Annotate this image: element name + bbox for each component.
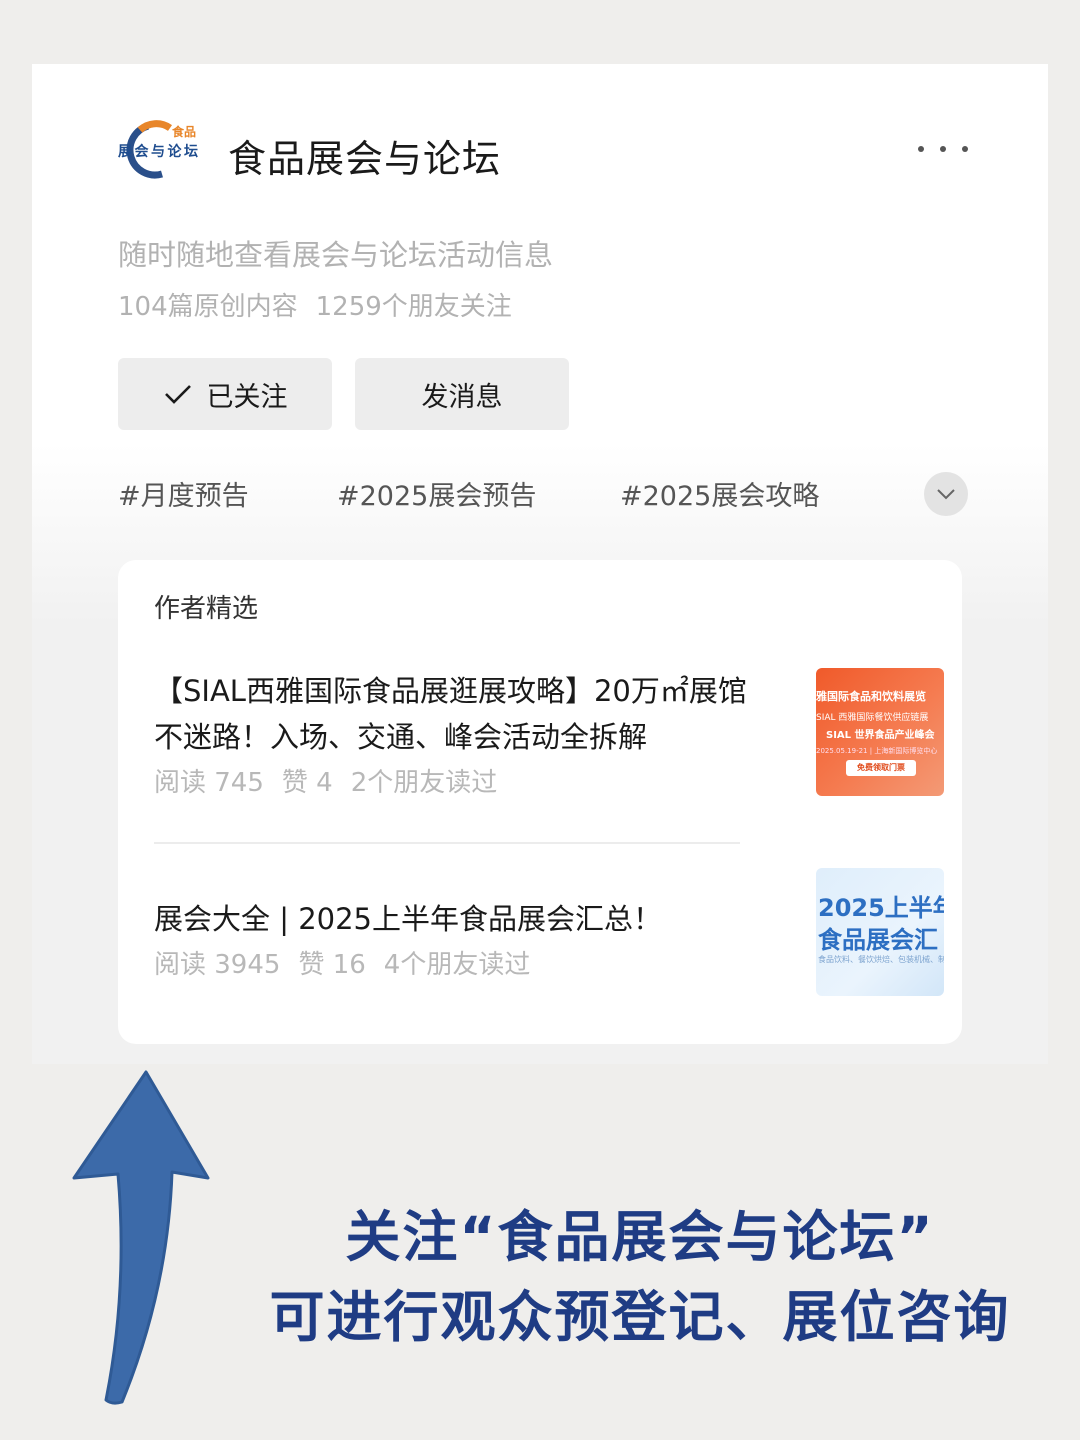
read-count: 阅读 745 xyxy=(154,768,264,798)
chevron-down-icon xyxy=(937,489,955,500)
send-message-label: 发消息 xyxy=(421,381,503,413)
logo-text-main: 展会与论坛 xyxy=(118,143,198,160)
thumb-line: SIAL 世界食品产业峰会 xyxy=(826,730,935,741)
thumb-line: 食品饮料、餐饮烘焙、包装机械、制 xyxy=(818,955,944,964)
article-divider xyxy=(154,842,740,844)
send-message-button[interactable]: 发消息 xyxy=(355,358,569,430)
account-logo[interactable]: 食品 展会与论坛 xyxy=(118,120,198,180)
caption-line-1: 关注“食品展会与论坛” xyxy=(345,1205,935,1269)
article-item[interactable]: 展会大全 | 2025上半年食品展会汇总！ 阅读 3945 赞 16 4个朋友读过 … xyxy=(154,868,944,996)
article-count: 104篇原创内容 xyxy=(118,292,298,322)
account-name: 食品展会与论坛 xyxy=(228,137,502,181)
tag-2025-expo-guide[interactable]: #2025展会攻略 xyxy=(620,474,819,513)
article-thumbnail[interactable]: 2025上半年 食品展会汇 食品饮料、餐饮烘焙、包装机械、制 xyxy=(816,868,944,996)
like-count: 赞 4 xyxy=(281,768,333,798)
logo-text-top: 食品 xyxy=(171,124,196,139)
thumb-line: 2025.05.19-21 | 上海新国际博览中心 xyxy=(816,747,938,755)
thumb-line: 食品展会汇 xyxy=(818,926,938,954)
thumb-ticket-button: 免费领取门票 xyxy=(846,760,916,776)
like-count: 赞 16 xyxy=(298,950,366,980)
thumb-line: 雅国际食品和饮料展览 xyxy=(816,690,926,703)
topic-tags: #月度预告 #2025展会预告 #2025展会攻略 xyxy=(118,472,968,518)
article-title: 【SIAL西雅国际食品展逛展攻略】20万㎡展馆不迷路！入场、交通、峰会活动全拆解 xyxy=(154,674,747,754)
friends-read: 4个朋友读过 xyxy=(383,950,531,980)
article-thumbnail[interactable]: 雅国际食品和饮料展览 SIAL 西雅国际餐饮供应链展 SIAL 世界食品产业峰会… xyxy=(816,668,944,796)
thumb-line: 2025上半年 xyxy=(818,894,944,922)
read-count: 阅读 3945 xyxy=(154,950,281,980)
up-arrow-icon xyxy=(72,1070,210,1405)
article-item[interactable]: 【SIAL西雅国际食品展逛展攻略】20万㎡展馆不迷路！入场、交通、峰会活动全拆解… xyxy=(154,668,944,799)
follower-count: 1259个朋友关注 xyxy=(315,292,512,322)
followed-button[interactable]: 已关注 xyxy=(118,358,332,430)
friends-read: 2个朋友读过 xyxy=(350,768,498,798)
checkmark-icon xyxy=(164,385,191,404)
article-title: 展会大全 | 2025上半年食品展会汇总！ xyxy=(154,902,663,936)
thumb-line: SIAL 西雅国际餐饮供应链展 xyxy=(816,713,929,723)
followed-label: 已关注 xyxy=(206,381,288,413)
account-stats: 104篇原创内容 1259个朋友关注 xyxy=(118,286,512,323)
featured-title: 作者精选 xyxy=(154,594,259,624)
tag-monthly-preview[interactable]: #月度预告 xyxy=(118,474,249,513)
more-options-icon[interactable] xyxy=(918,134,968,164)
tag-2025-expo-preview[interactable]: #2025展会预告 xyxy=(337,474,536,513)
caption-line-2: 可进行观众预登记、展位咨询 xyxy=(269,1285,1011,1349)
account-profile-card: 食品 展会与论坛 食品展会与论坛 随时随地查看展会与论坛活动信息 104篇原创内… xyxy=(32,64,1048,1064)
featured-articles-panel: 作者精选 【SIAL西雅国际食品展逛展攻略】20万㎡展馆不迷路！入场、交通、峰会… xyxy=(118,560,962,1044)
expand-tags-button[interactable] xyxy=(924,472,968,516)
account-description: 随时随地查看展会与论坛活动信息 xyxy=(118,238,554,272)
profile-header: 食品 展会与论坛 食品展会与论坛 xyxy=(118,116,968,186)
